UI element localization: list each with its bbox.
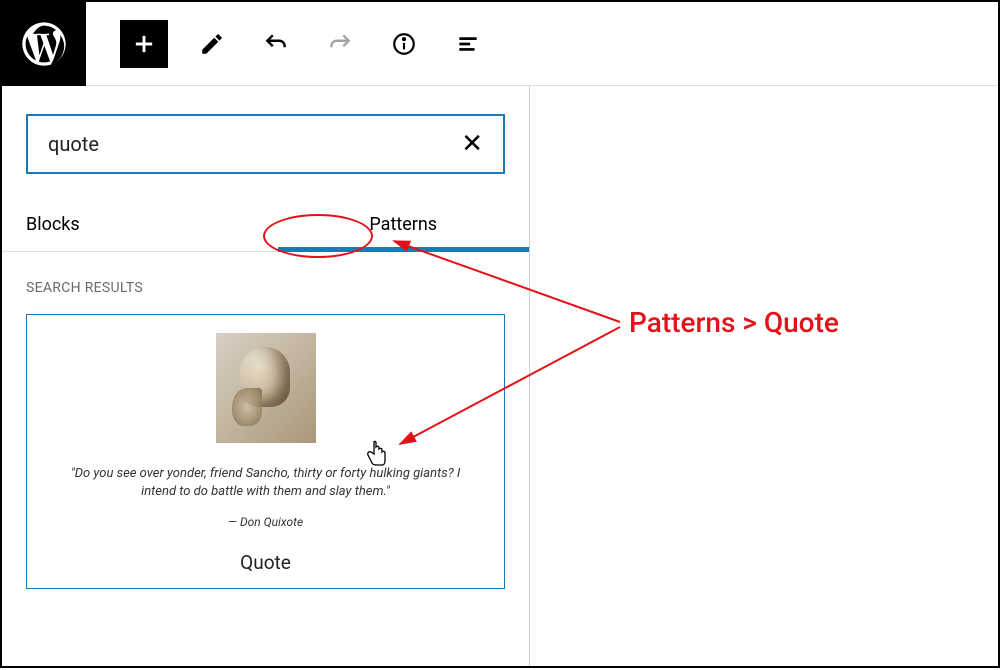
- editor-main: ✕ Blocks Patterns SEARCH RESULTS "Do you…: [2, 86, 998, 666]
- search-input[interactable]: [48, 132, 461, 156]
- edit-tools-button[interactable]: [192, 24, 232, 64]
- redo-button[interactable]: [320, 24, 360, 64]
- undo-button[interactable]: [256, 24, 296, 64]
- pattern-card-quote[interactable]: "Do you see over yonder, friend Sancho, …: [26, 314, 505, 589]
- pencil-icon: [199, 31, 225, 57]
- results-header: SEARCH RESULTS: [2, 252, 529, 314]
- list-icon: [455, 31, 481, 57]
- tab-patterns[interactable]: Patterns: [278, 198, 530, 251]
- portrait-image: [216, 333, 316, 443]
- wordpress-icon: [18, 18, 70, 70]
- outline-button[interactable]: [448, 24, 488, 64]
- inserter-tabs: Blocks Patterns: [2, 198, 529, 252]
- plus-icon: [130, 30, 158, 58]
- info-button[interactable]: [384, 24, 424, 64]
- quote-body: "Do you see over yonder, friend Sancho, …: [63, 465, 468, 501]
- block-inserter-panel: ✕ Blocks Patterns SEARCH RESULTS "Do you…: [2, 86, 530, 666]
- editor-toolbar: [2, 2, 998, 86]
- info-icon: [391, 31, 417, 57]
- pattern-preview: "Do you see over yonder, friend Sancho, …: [27, 333, 504, 541]
- undo-icon: [263, 31, 289, 57]
- add-block-button[interactable]: [120, 20, 168, 68]
- tab-blocks[interactable]: Blocks: [2, 198, 278, 251]
- wordpress-logo[interactable]: [2, 2, 86, 86]
- block-search-box: ✕: [26, 114, 505, 174]
- pattern-label: Quote: [240, 541, 291, 588]
- quote-citation: — Don Quixote: [228, 515, 303, 529]
- redo-icon: [327, 31, 353, 57]
- clear-search-button[interactable]: ✕: [461, 131, 483, 157]
